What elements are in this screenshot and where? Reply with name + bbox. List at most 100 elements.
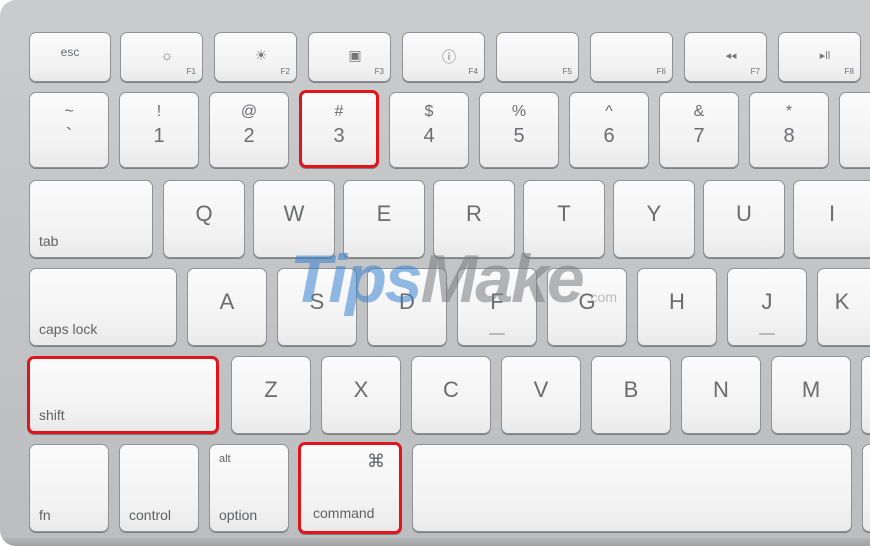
key-comma-partial[interactable] (861, 356, 870, 434)
key-7-shift: & (693, 103, 705, 120)
key-8-shift: * (785, 103, 793, 120)
key-f1-label: F1 (186, 67, 196, 76)
key-f8-label: F8 (844, 67, 854, 76)
key-s-label: S (309, 289, 325, 314)
key-e-label: E (376, 201, 392, 226)
key-h[interactable]: H (637, 268, 717, 346)
key-tab[interactable]: tab (29, 180, 153, 258)
key-f2[interactable]: ☀ F2 (214, 32, 297, 82)
key-s[interactable]: S (277, 268, 357, 346)
key-e[interactable]: E (343, 180, 425, 258)
key-5-shift: % (511, 103, 527, 120)
key-1-shift: ! (156, 103, 162, 120)
key-3-highlighted[interactable]: # 3 (299, 90, 379, 168)
key-space[interactable] (412, 444, 852, 532)
key-z-label: Z (264, 377, 278, 402)
keyboard-bottom-edge (0, 538, 870, 546)
key-z[interactable]: Z (231, 356, 311, 434)
play-pause-icon: ▸ll (819, 50, 831, 62)
key-shift-highlighted[interactable]: shift (27, 356, 219, 434)
key-7-base: 7 (693, 125, 705, 147)
key-f1[interactable]: ☼ F1 (120, 32, 203, 82)
key-g[interactable]: G (547, 268, 627, 346)
key-k-label: K (834, 289, 850, 314)
key-backtick-base: ` (65, 125, 73, 147)
key-t[interactable]: T (523, 180, 605, 258)
key-8-base: 8 (783, 125, 795, 147)
key-2-base: 2 (243, 125, 255, 147)
key-f6[interactable]: F6 (590, 32, 673, 82)
key-4[interactable]: $ 4 (389, 92, 469, 168)
key-9-partial[interactable] (839, 92, 870, 168)
key-u-label: U (736, 201, 752, 226)
key-n-label: N (713, 377, 729, 402)
key-v-label: V (533, 377, 549, 402)
key-control[interactable]: control (119, 444, 199, 532)
key-b[interactable]: B (591, 356, 671, 434)
key-a-label: A (219, 289, 235, 314)
key-1[interactable]: ! 1 (119, 92, 199, 168)
key-command-highlighted[interactable]: ⌘ command (298, 442, 402, 534)
key-f[interactable]: F (457, 268, 537, 346)
key-c-label: C (443, 377, 459, 402)
key-y[interactable]: Y (613, 180, 695, 258)
key-5-base: 5 (513, 125, 525, 147)
key-6[interactable]: ^ 6 (569, 92, 649, 168)
key-option[interactable]: alt option (209, 444, 289, 532)
key-f4[interactable]: ⓘ F4 (402, 32, 485, 82)
key-m[interactable]: M (771, 356, 851, 434)
key-d-label: D (399, 289, 415, 314)
key-r-label: R (466, 201, 482, 226)
key-q[interactable]: Q (163, 180, 245, 258)
key-i[interactable]: I (793, 180, 870, 258)
key-v[interactable]: V (501, 356, 581, 434)
key-x[interactable]: X (321, 356, 401, 434)
key-f3-label: F3 (374, 67, 384, 76)
key-7[interactable]: & 7 (659, 92, 739, 168)
key-3-base: 3 (333, 125, 345, 147)
key-m-label: M (801, 377, 821, 402)
key-h-label: H (669, 289, 685, 314)
key-w-label: W (283, 201, 305, 226)
key-u[interactable]: U (703, 180, 785, 258)
key-4-base: 4 (423, 125, 435, 147)
brightness-high-icon: ☀ (254, 47, 268, 63)
key-fn-label: fn (39, 507, 51, 523)
key-n[interactable]: N (681, 356, 761, 434)
key-f6-label: F6 (656, 67, 666, 76)
key-c[interactable]: C (411, 356, 491, 434)
key-d[interactable]: D (367, 268, 447, 346)
key-4-shift: $ (424, 103, 434, 120)
key-caps-lock[interactable]: caps lock (29, 268, 177, 346)
key-shift-label: shift (39, 407, 65, 423)
key-j-locator-bump (759, 333, 775, 335)
key-2[interactable]: @ 2 (209, 92, 289, 168)
rewind-icon: ◂◂ (725, 50, 737, 62)
key-option-label: option (219, 507, 258, 523)
key-right-command-partial[interactable] (862, 444, 870, 532)
key-a[interactable]: A (187, 268, 267, 346)
key-f5[interactable]: F5 (496, 32, 579, 82)
key-q-label: Q (195, 201, 213, 226)
key-i-label: I (828, 201, 836, 226)
key-b-label: B (623, 377, 639, 402)
keyboard: esc ☼ F1 ☀ F2 ▣ F3 ⓘ F4 F5 F6 ◂◂ F7 ▸ll … (0, 0, 870, 546)
key-k[interactable]: K (817, 268, 870, 346)
key-8[interactable]: * 8 (749, 92, 829, 168)
key-5[interactable]: % 5 (479, 92, 559, 168)
key-backtick[interactable]: ~ ` (29, 92, 109, 168)
key-esc-label: esc (60, 45, 80, 59)
key-t-label: T (557, 201, 571, 226)
key-r[interactable]: R (433, 180, 515, 258)
key-f3[interactable]: ▣ F3 (308, 32, 391, 82)
key-esc[interactable]: esc (29, 32, 111, 82)
key-x-label: X (353, 377, 369, 402)
key-f-locator-bump (489, 333, 505, 335)
key-command-label: command (313, 505, 375, 521)
key-1-base: 1 (153, 125, 165, 147)
key-fn[interactable]: fn (29, 444, 109, 532)
key-w[interactable]: W (253, 180, 335, 258)
key-f8[interactable]: ▸ll F8 (778, 32, 861, 82)
key-f7[interactable]: ◂◂ F7 (684, 32, 767, 82)
key-f-label: F (490, 289, 504, 314)
